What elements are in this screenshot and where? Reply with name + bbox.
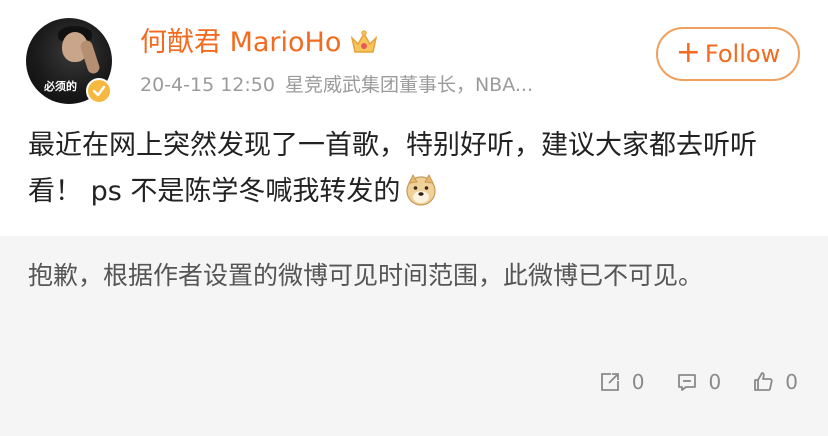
repost-unavailable-notice: 抱歉，根据作者设置的微博可见时间范围，此微博已不可见。	[28, 261, 704, 290]
username[interactable]: 何猷君 MarioHo	[140, 26, 341, 60]
plus-icon: +	[675, 34, 701, 70]
share-icon	[600, 373, 619, 391]
follow-label: Follow	[704, 40, 781, 68]
comment-icon	[677, 374, 696, 391]
like-action[interactable]: 0	[751, 370, 798, 394]
like-icon	[754, 372, 773, 391]
author-name-row: 何猷君 MarioHo	[140, 26, 379, 60]
author-description: 星竞威武集团董事长，NBA...	[284, 74, 533, 96]
share-count: 0	[631, 370, 645, 394]
doge-emoji-icon	[404, 173, 438, 207]
post-text: 最近在网上突然发现了一首歌，特别好听，建议大家都去听听看！ ps 不是陈学冬喊我…	[28, 130, 757, 207]
like-count: 0	[785, 370, 798, 394]
post-meta: 20-4-15 12:50 星竞威武集团董事长，NBA...	[140, 72, 533, 98]
repost-actions: 0 0 0	[568, 370, 798, 394]
crown-icon[interactable]	[349, 28, 379, 58]
avatar-caption: 必须的	[44, 80, 77, 93]
post-timestamp: 20-4-15 12:50	[140, 74, 275, 96]
post-body: 最近在网上突然发现了一首歌，特别好听，建议大家都去听听看！ ps 不是陈学冬喊我…	[28, 123, 808, 215]
comment-action[interactable]: 0	[675, 370, 722, 394]
verified-badge-icon	[86, 78, 112, 104]
comment-count: 0	[708, 370, 722, 394]
follow-button[interactable]: + Follow	[656, 27, 800, 81]
share-action[interactable]: 0	[598, 370, 645, 394]
